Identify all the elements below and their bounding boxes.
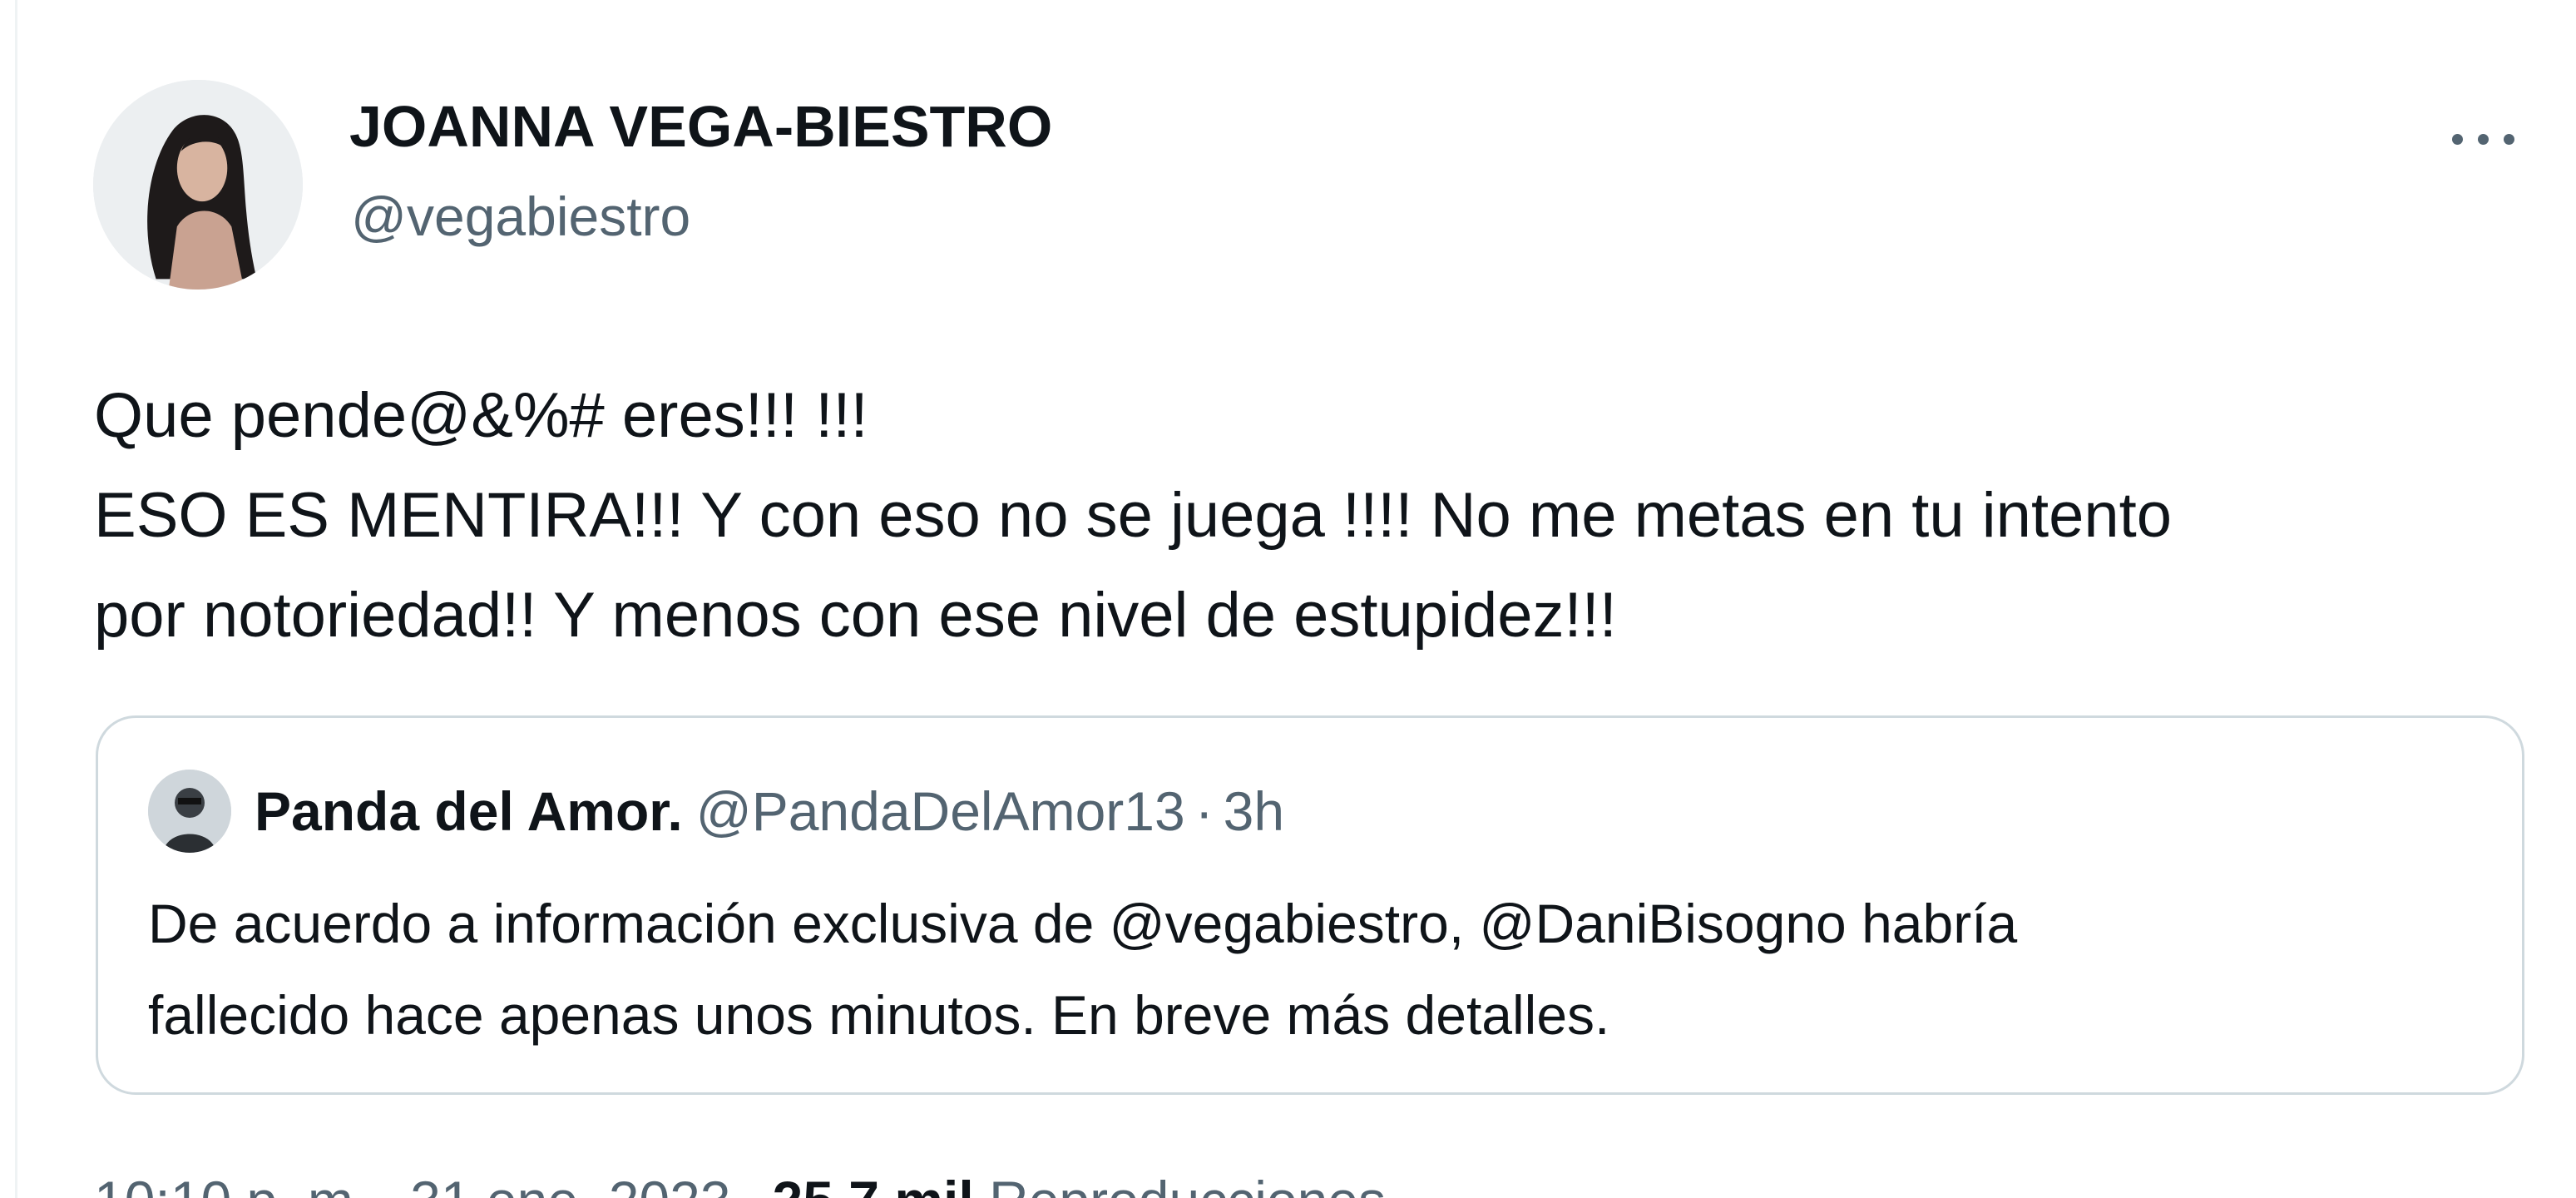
author-avatar[interactable] [93, 80, 303, 290]
more-horizontal-icon [2451, 133, 2463, 145]
tweet-metadata: 10:10 p. m. · 31 ene. 2023 · 25,7 mil Reprod… [94, 1171, 1386, 1198]
quoted-tweet-header: Panda del Amor. @PandaDelAmor13 · 3h [255, 770, 1284, 853]
quoted-author-handle[interactable]: @PandaDelAmor13 [696, 780, 1185, 842]
views-count: 25,7 mil [773, 1171, 974, 1198]
tweet-date[interactable]: 31 ene. 2023 [410, 1171, 730, 1198]
more-horizontal-icon-dot [2477, 133, 2489, 145]
quoted-timestamp[interactable]: 3h [1224, 780, 1284, 842]
author-display-name[interactable]: JOANNA VEGA-BIESTRO [349, 93, 1052, 160]
quoted-author-avatar[interactable] [148, 770, 231, 853]
more-options-button[interactable] [2437, 110, 2529, 168]
quoted-text-line: De acuerdo a información exclusiva de @v… [148, 893, 2018, 954]
quoted-separator: · [1194, 780, 1214, 842]
quoted-tweet-text: De acuerdo a información exclusiva de @v… [148, 878, 2477, 1061]
quoted-author-name[interactable]: Panda del Amor. [255, 780, 683, 842]
meta-separator: · [380, 1171, 398, 1198]
views-label: Reproducciones [989, 1171, 1386, 1198]
more-horizontal-icon-dot [2503, 133, 2514, 145]
tweet-text: Que pende@&%# eres!!! !!! ESO ES MENTIRA… [94, 366, 2523, 666]
quoted-text-line: fallecido hace apenas unos minutos. En b… [148, 984, 1610, 1046]
author-handle[interactable]: @vegabiestro [351, 185, 690, 248]
tweet-view: JOANNA VEGA-BIESTRO @vegabiestro Que pen… [0, 0, 2576, 1198]
quoted-author-avatar-image [148, 770, 231, 853]
timeline-border [15, 0, 17, 1198]
author-avatar-image [93, 80, 303, 290]
tweet-text-line: ESO ES MENTIRA!!! Y con eso no se juega … [94, 480, 2172, 551]
tweet-time[interactable]: 10:10 p. m. [94, 1171, 368, 1198]
tweet-text-line: Que pende@&%# eres!!! !!! [94, 380, 868, 451]
meta-separator: · [743, 1171, 761, 1198]
tweet-text-line: por notoriedad!! Y menos con ese nivel d… [94, 580, 1617, 651]
quoted-tweet-card[interactable]: Panda del Amor. @PandaDelAmor13 · 3h De acu… [96, 715, 2524, 1095]
